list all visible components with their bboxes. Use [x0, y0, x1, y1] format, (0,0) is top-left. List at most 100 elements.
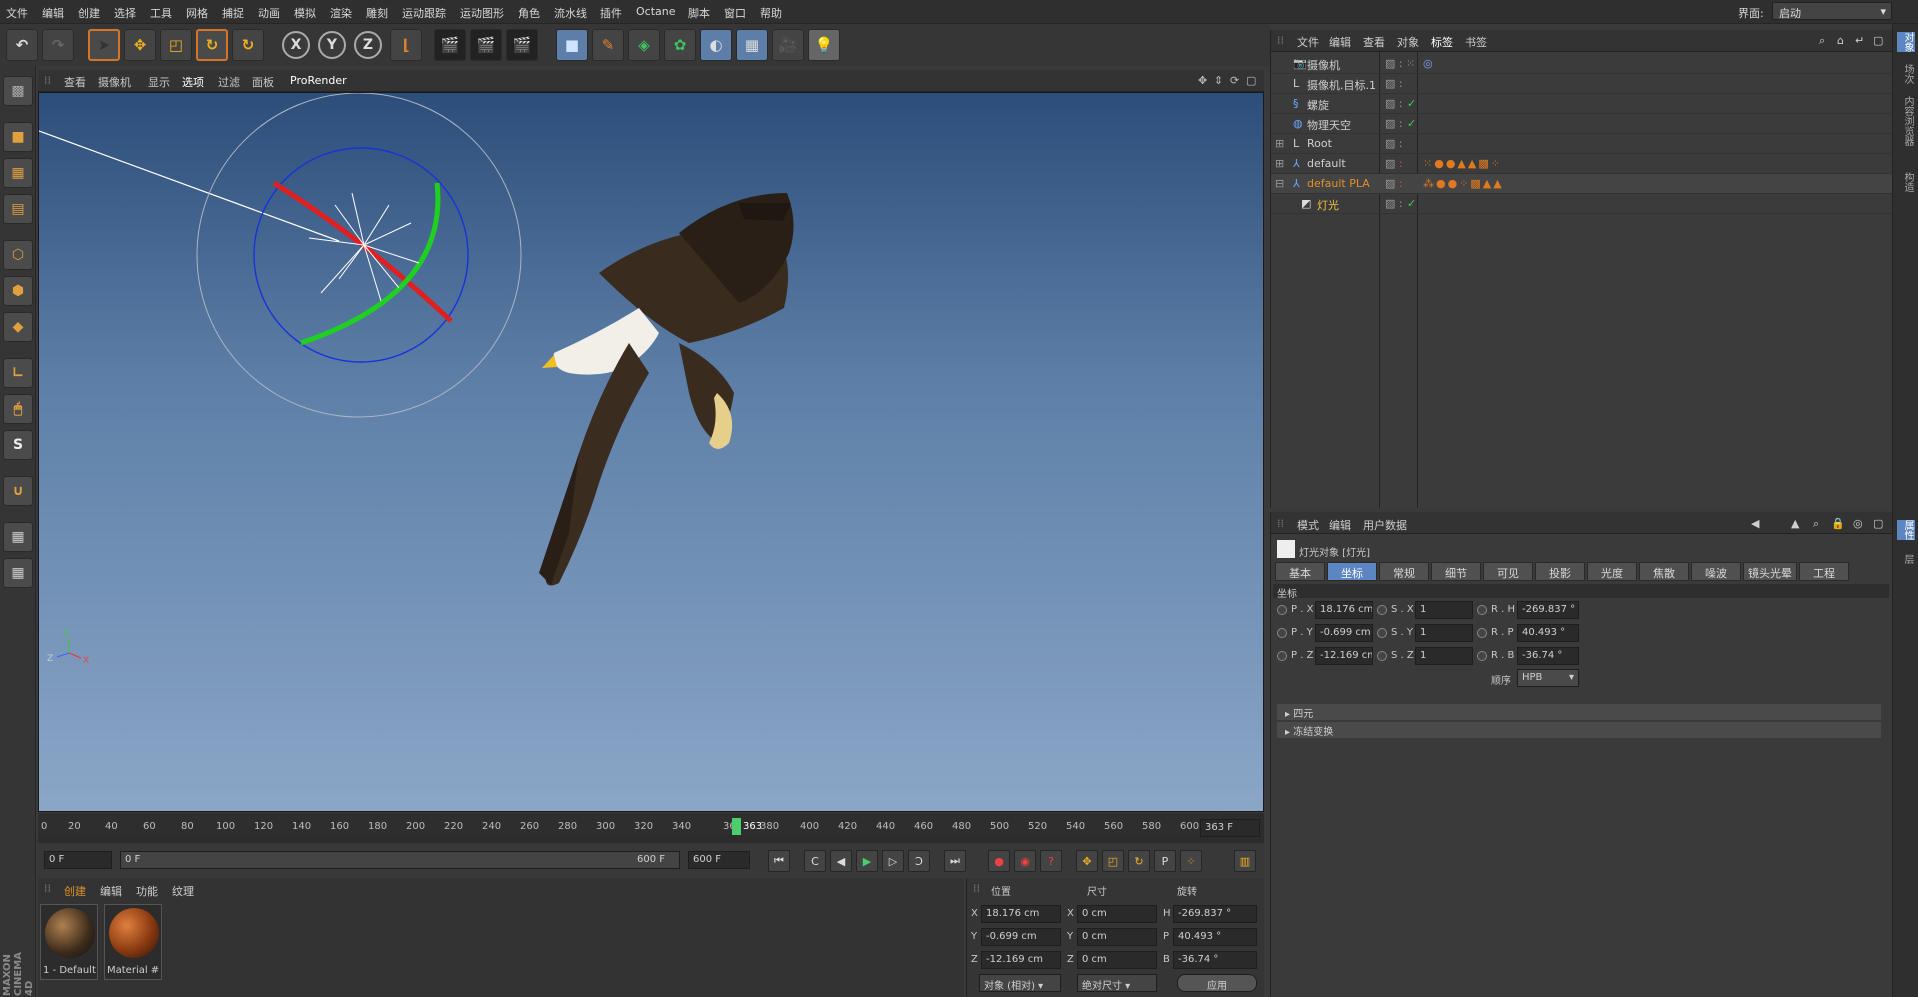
subdivision-button[interactable]: ◈ [628, 29, 660, 61]
key-pla-button[interactable]: ⁘ [1180, 850, 1202, 872]
menu-pipeline[interactable]: 流水线 [554, 5, 587, 21]
start-frame-field[interactable]: 0 F [44, 851, 112, 869]
end-frame-field[interactable]: 600 F [688, 851, 750, 869]
rot-b-field[interactable]: -36.74 ° [1517, 647, 1579, 665]
freeze-transform-group[interactable]: ▸ 冻结变换 [1277, 722, 1881, 738]
maximize-view-icon[interactable]: ▢ [1246, 74, 1256, 87]
keyframe-radio[interactable] [1277, 628, 1287, 638]
object-row[interactable]: 📷 摄像机 ▨ : ⁙ ◎ [1271, 54, 1893, 74]
points-mode-button[interactable]: ⬡ [3, 240, 33, 270]
pos-y-field[interactable]: -0.699 cm [1315, 624, 1373, 642]
prev-frame-button[interactable]: ◀ [830, 850, 852, 872]
key-position-button[interactable]: ✥ [1076, 850, 1098, 872]
tab-lens-glow[interactable]: 镜头光晕 [1743, 562, 1797, 581]
render-settings-button[interactable]: 🎬 [506, 29, 538, 61]
next-key-button[interactable]: Ↄ [908, 850, 930, 872]
keyframe-radio[interactable] [1377, 628, 1387, 638]
objects-menu-bookmarks[interactable]: 书签 [1465, 34, 1487, 50]
object-row[interactable]: ◩ 灯光 ▨ : ✓ [1271, 194, 1893, 214]
object-row[interactable]: ⊟ ⅄ default PLA ▨ : ⁂●●⁘▩▲▲ [1271, 174, 1893, 194]
recent-tool-button[interactable]: ↻ [232, 29, 264, 61]
position-z-field[interactable]: -12.169 cm [981, 951, 1061, 969]
menu-tools[interactable]: 工具 [150, 5, 172, 21]
attr-menu-userdata[interactable]: 用户数据 [1363, 517, 1407, 533]
side-tab-objects[interactable]: 对象 [1897, 32, 1915, 52]
search-icon[interactable]: ⌕ [1819, 34, 1825, 48]
visibility-toggle[interactable]: ▨ : [1385, 117, 1403, 130]
visibility-toggle[interactable]: ▨ : [1385, 137, 1403, 150]
tab-coord[interactable]: 坐标 [1327, 562, 1377, 581]
preview-range-slider[interactable]: 0 F 600 F [120, 851, 680, 869]
deformer-button[interactable]: ◐ [700, 29, 732, 61]
visibility-toggle[interactable]: ▨ : [1385, 197, 1403, 210]
material-menu-edit[interactable]: 编辑 [100, 883, 122, 899]
key-parameter-button[interactable]: P [1154, 850, 1176, 872]
object-row[interactable]: L 摄像机.目标.1 ▨ : [1271, 74, 1893, 94]
tab-general[interactable]: 常规 [1379, 562, 1429, 581]
enabled-check-icon[interactable]: ✓ [1407, 197, 1416, 210]
planar-workplane-button[interactable]: ▦ [3, 558, 33, 588]
tab-basic[interactable]: 基本 [1275, 562, 1325, 581]
keyframe-radio[interactable] [1477, 628, 1487, 638]
camera-button[interactable]: 🎥 [772, 29, 804, 61]
menu-mograph[interactable]: 运动图形 [460, 5, 504, 21]
object-row[interactable]: ◍ 物理天空 ▨ : ✓ [1271, 114, 1893, 134]
tab-noise[interactable]: 噪波 [1691, 562, 1741, 581]
pos-z-field[interactable]: -12.169 cm [1315, 647, 1373, 665]
keyframe-radio[interactable] [1277, 605, 1287, 615]
tab-caustics[interactable]: 焦散 [1639, 562, 1689, 581]
visibility-toggle[interactable]: ▨ : [1385, 77, 1403, 90]
keyframe-radio[interactable] [1377, 651, 1387, 661]
goto-end-button[interactable]: ⏭ [944, 850, 966, 872]
rotate-view-icon[interactable]: ⟳ [1230, 74, 1239, 87]
menu-simulate[interactable]: 模拟 [294, 5, 316, 21]
objects-menu-tags[interactable]: 标签 [1431, 34, 1453, 50]
timeline-ruler[interactable]: 0 20 40 60 80 100 120 140 160 180 200 22… [38, 813, 1264, 843]
menu-window[interactable]: 窗口 [724, 5, 746, 21]
menu-animate[interactable]: 动画 [258, 5, 280, 21]
side-tab-content-browser[interactable]: 内容浏览器 [1897, 96, 1915, 146]
scale-tool-button[interactable]: ◰ [160, 29, 192, 61]
attr-menu-mode[interactable]: 模式 [1297, 517, 1319, 533]
render-view-button[interactable]: 🎬 [434, 29, 466, 61]
menu-character[interactable]: 角色 [518, 5, 540, 21]
object-row[interactable]: ⊞ ⅄ default ▨ : ⁙●●▲▲▩⁘ [1271, 154, 1893, 174]
render-picture-viewer-button[interactable]: 🎬 [470, 29, 502, 61]
side-tab-attributes[interactable]: 属性 [1897, 520, 1915, 540]
next-frame-button[interactable]: ▷ [882, 850, 904, 872]
expand-icon[interactable]: ⊞ [1275, 157, 1284, 170]
scale-y-field[interactable]: 1 [1415, 624, 1473, 642]
key-rotation-button[interactable]: ↻ [1128, 850, 1150, 872]
tab-details[interactable]: 细节 [1431, 562, 1481, 581]
material-menu-create[interactable]: 创建 [64, 883, 86, 899]
menu-snap[interactable]: 捕捉 [222, 5, 244, 21]
viewport-menu-options[interactable]: 选项 [182, 74, 204, 90]
menu-sculpt[interactable]: 雕刻 [366, 5, 388, 21]
object-row[interactable]: ⊞ L Root ▨ : [1271, 134, 1893, 154]
side-tab-layers[interactable]: 层 [1897, 554, 1915, 564]
maximize-icon[interactable]: ▢ [1873, 517, 1883, 530]
objects-menu-view[interactable]: 查看 [1363, 34, 1385, 50]
objects-menu-objects[interactable]: 对象 [1397, 34, 1419, 50]
play-button[interactable]: ▶ [856, 850, 878, 872]
material-menu-texture[interactable]: 纹理 [172, 883, 194, 899]
redo-button[interactable]: ↷ [42, 29, 74, 61]
layout-dropdown[interactable]: 启动 ▾ [1772, 2, 1892, 20]
pen-spline-button[interactable]: ✎ [592, 29, 624, 61]
scale-x-field[interactable]: 1 [1415, 601, 1473, 619]
pos-x-field[interactable]: 18.176 cm [1315, 601, 1373, 619]
material-swatch[interactable]: 1 - Default [40, 904, 98, 980]
menu-motion-tracking[interactable]: 运动跟踪 [402, 5, 446, 21]
prev-key-button[interactable]: C [804, 850, 826, 872]
arrow-left-icon[interactable]: ↵ [1855, 34, 1864, 47]
lock-icon[interactable]: 🔒 [1831, 517, 1845, 530]
3d-viewport[interactable]: Y X Z [38, 92, 1264, 812]
menu-plugins[interactable]: 插件 [600, 5, 622, 21]
objects-menu-file[interactable]: 文件 [1297, 34, 1319, 50]
search-icon[interactable]: ⌕ [1813, 517, 1819, 531]
menu-render[interactable]: 渲染 [330, 5, 352, 21]
timeline-window-button[interactable]: ▥ [1234, 850, 1256, 872]
select-tool-button[interactable]: ➤ [88, 29, 120, 61]
quaternion-group[interactable]: ▸ 四元 [1277, 704, 1881, 720]
tab-shadow[interactable]: 投影 [1535, 562, 1585, 581]
